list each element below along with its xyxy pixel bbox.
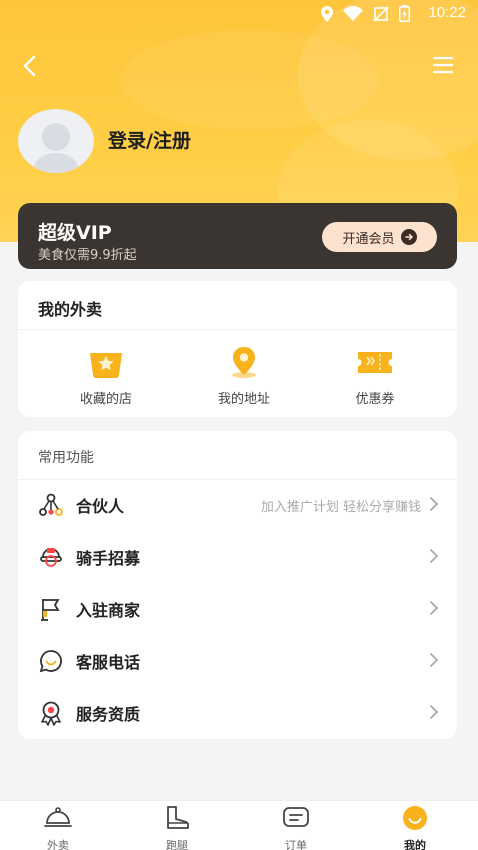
function-label: 客服电话: [76, 653, 141, 672]
chevron-right-icon: [430, 705, 439, 719]
boot-icon: [167, 806, 189, 829]
common-functions-title: 常用功能: [38, 450, 94, 466]
tab-orders[interactable]: 订单: [256, 805, 336, 850]
login-register-link[interactable]: 登录/注册: [108, 126, 191, 153]
shortcut-label: 优惠券: [355, 392, 395, 407]
rider-icon: [40, 548, 62, 567]
partner-network-icon: [39, 493, 63, 516]
open-membership-button[interactable]: 开通会员: [322, 222, 437, 252]
function-row-customer-service[interactable]: 客服电话: [18, 635, 457, 687]
hamburger-menu-icon: [432, 56, 454, 74]
back-button[interactable]: [18, 52, 42, 80]
function-row-service-qualification[interactable]: 服务资质: [18, 687, 457, 739]
vip-title: 超级VIP: [38, 222, 112, 244]
my-takeaway-card: 我的外卖 收藏的店 我的地址 优惠券: [18, 281, 457, 417]
function-label: 合伙人: [76, 497, 125, 516]
chevron-right-icon: [430, 601, 439, 615]
order-list-icon: [283, 807, 309, 827]
shortcut-coupons[interactable]: 优惠券: [320, 345, 430, 407]
tab-label: 外卖: [47, 839, 69, 850]
coupon-icon: [358, 352, 392, 373]
smiley-profile-icon: [403, 806, 427, 830]
tab-takeaway[interactable]: 外卖: [18, 805, 98, 850]
default-avatar-icon: [32, 123, 80, 173]
location-status-icon: [321, 5, 333, 22]
vip-banner[interactable]: 超级VIP 美食仅需9.9折起 开通会员: [18, 203, 457, 269]
chevron-right-icon: [430, 653, 439, 667]
function-hint: 加入推广计划 轻松分享赚钱: [260, 500, 421, 515]
status-time: 10:22: [428, 4, 466, 21]
shortcut-favorite-shops[interactable]: 收藏的店: [51, 345, 161, 407]
bottom-tab-bar: 外卖 跑腿 订单 我的: [0, 800, 478, 850]
star-shop-icon: [90, 353, 122, 378]
flag-icon: [41, 599, 60, 621]
function-label: 骑手招募: [76, 549, 141, 568]
tab-label: 我的: [404, 839, 426, 850]
tab-label: 跑腿: [166, 839, 188, 850]
battery-status-icon: [399, 5, 410, 22]
chevron-left-icon: [23, 55, 36, 77]
avatar[interactable]: [18, 109, 94, 173]
tab-label: 订单: [285, 839, 307, 850]
wifi-status-icon: [343, 6, 363, 21]
arrow-right-icon: [400, 229, 417, 245]
menu-button[interactable]: [432, 54, 454, 76]
no-sim-status-icon: [373, 5, 389, 22]
cloche-icon: [44, 807, 72, 827]
shortcut-my-address[interactable]: 我的地址: [189, 345, 299, 407]
divider: [18, 329, 457, 330]
function-label: 入驻商家: [76, 601, 141, 620]
status-bar: 10:22: [0, 0, 478, 26]
function-row-partner[interactable]: 合伙人 加入推广计划 轻松分享赚钱: [18, 479, 457, 531]
open-membership-label: 开通会员: [342, 231, 395, 247]
tab-mine[interactable]: 我的: [375, 805, 455, 850]
chevron-right-icon: [430, 497, 439, 511]
function-label: 服务资质: [76, 705, 141, 724]
shortcut-label: 我的地址: [217, 392, 270, 407]
function-row-rider-recruit[interactable]: 骑手招募: [18, 531, 457, 583]
location-pin-icon: [232, 347, 256, 378]
vip-subtitle: 美食仅需9.9折起: [38, 248, 137, 263]
function-row-merchant-join[interactable]: 入驻商家: [18, 583, 457, 635]
chat-bubble-icon: [39, 650, 62, 673]
my-takeaway-title: 我的外卖: [38, 300, 103, 319]
shortcut-label: 收藏的店: [79, 392, 132, 407]
common-functions-card: 常用功能 合伙人 加入推广计划 轻松分享赚钱 骑手招募 入驻商家 客服电话 服务…: [18, 431, 457, 739]
award-badge-icon: [41, 701, 61, 726]
tab-errand[interactable]: 跑腿: [137, 805, 217, 850]
chevron-right-icon: [430, 549, 439, 563]
